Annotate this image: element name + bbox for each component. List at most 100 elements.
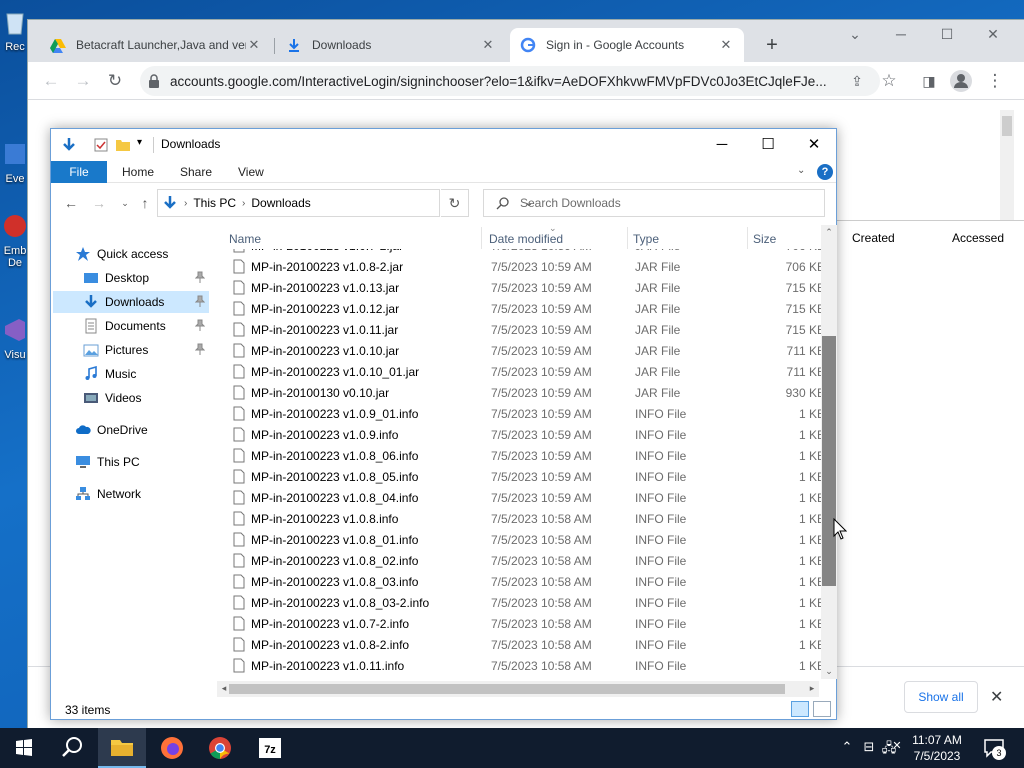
close-icon[interactable]: ✕ — [246, 37, 262, 53]
new-tab-button[interactable]: + — [760, 34, 784, 57]
close-icon[interactable]: ✕ — [718, 37, 734, 53]
desktop-icon-visual-studio[interactable]: Visu — [0, 316, 30, 361]
side-panel-icon[interactable]: ◨ — [916, 68, 942, 94]
table-row[interactable]: MP-in-20100223 v1.0.9_01.info 7/5/2023 10… — [221, 403, 825, 424]
back-button[interactable]: ← — [63, 195, 79, 211]
tab-view[interactable]: View — [224, 161, 278, 183]
table-row[interactable]: MP-in-20100223 v1.0.13.jar 7/5/2023 10:59… — [221, 277, 825, 298]
page-scrollbar[interactable] — [1000, 110, 1014, 230]
new-folder-icon[interactable] — [115, 137, 131, 153]
customize-toolbar-icon[interactable]: ▾ — [137, 137, 153, 153]
scroll-thumb[interactable] — [229, 684, 785, 694]
tab-downloads[interactable]: Downloads ✕ — [276, 28, 506, 62]
table-row[interactable]: MP-in-20100223 v1.0.8_04.info 7/5/2023 10… — [221, 487, 825, 508]
breadcrumb-downloads[interactable]: Downloads — [251, 196, 310, 210]
table-row[interactable]: MP-in-20100223 v1.0.12.jar 7/5/2023 10:59… — [221, 298, 825, 319]
tab-betacraft[interactable]: Betacraft Launcher,Java and vers ✕ — [40, 28, 272, 62]
tab-file[interactable]: File — [51, 161, 107, 183]
desktop-icon-embarcadero[interactable]: Emb De — [0, 212, 30, 269]
nav-documents[interactable]: Documents — [53, 315, 209, 337]
close-window-button[interactable]: ✕ — [791, 133, 837, 157]
table-row[interactable]: MP-in-20100223 v1.0.10.jar 7/5/2023 10:59… — [221, 340, 825, 361]
up-button[interactable]: ↑ — [137, 195, 153, 211]
forward-button[interactable]: → — [91, 195, 107, 211]
table-row[interactable]: MP-in-20100223 v1.0.10_01.jar 7/5/2023 10… — [221, 361, 825, 382]
table-row[interactable]: MP-in-20100223 v1.0.11.info 7/5/2023 10:5… — [221, 655, 825, 676]
column-name[interactable]: Name — [229, 232, 261, 246]
table-row[interactable]: MP-in-20100223 v1.0.8-2.info 7/5/2023 10:… — [221, 634, 825, 655]
table-row[interactable]: MP-in-20100223 v1.0.8_05.info 7/5/2023 10… — [221, 466, 825, 487]
table-row[interactable]: MP-in-20100223 v1.0.8_02.info 7/5/2023 10… — [221, 550, 825, 571]
close-window-button[interactable]: ✕ — [978, 26, 1008, 46]
forward-button[interactable]: → — [70, 68, 96, 94]
notifications-button[interactable]: 3 — [982, 736, 1006, 760]
column-size[interactable]: Size — [753, 232, 776, 246]
scroll-thumb[interactable] — [822, 335, 836, 586]
reload-button[interactable]: ↻ — [102, 68, 128, 94]
nav-this-pc[interactable]: This PC — [75, 451, 231, 473]
show-all-button[interactable]: Show all — [904, 681, 978, 713]
table-row[interactable]: MP-in-20100223 v1.0.8_06.info 7/5/2023 10… — [221, 445, 825, 466]
table-row[interactable]: MP-in-20100223 v1.0.7-2.info 7/5/2023 10:… — [221, 613, 825, 634]
share-icon[interactable]: ⇪ — [844, 68, 870, 94]
clock[interactable]: 11:07 AM 7/5/2023 — [904, 732, 970, 764]
action-center-icon[interactable]: ⊟ — [860, 739, 878, 757]
table-row[interactable]: MP-in-20100130 v0.10.jar 7/5/2023 10:59 A… — [221, 382, 825, 403]
details-view-button[interactable] — [791, 701, 809, 717]
table-row[interactable]: MP-in-20100223 v1.0.8.info 7/5/2023 10:58… — [221, 508, 825, 529]
address-bar[interactable]: accounts.google.com/InteractiveLogin/sig… — [140, 66, 880, 96]
column-divider[interactable] — [627, 227, 628, 249]
bookmark-star-icon[interactable]: ☆ — [876, 68, 902, 94]
recent-locations-icon[interactable]: ⌄ — [117, 195, 133, 211]
tab-sign-in[interactable]: Sign in - Google Accounts ✕ — [510, 28, 744, 62]
table-row[interactable]: MP-in-20100223 v1.0.8-2.jar 7/5/2023 10:5… — [221, 256, 825, 277]
scroll-right-icon[interactable]: ▸ — [805, 683, 819, 694]
column-divider[interactable] — [747, 227, 748, 249]
profile-avatar[interactable] — [948, 68, 974, 94]
table-row[interactable]: MP-in-20100223 v1.0.9.info 7/5/2023 10:59… — [221, 424, 825, 445]
search-button[interactable] — [48, 728, 96, 768]
tab-share[interactable]: Share — [166, 161, 226, 183]
horizontal-scrollbar[interactable]: ◂ ▸ — [217, 681, 819, 697]
search-input[interactable]: Search Downloads — [483, 189, 825, 217]
large-icons-view-button[interactable] — [813, 701, 831, 717]
tab-search-icon[interactable]: ⌄ — [840, 26, 870, 46]
taskbar-7zip[interactable]: 7z — [246, 728, 294, 768]
refresh-button[interactable]: ↻ — [441, 189, 469, 217]
close-icon[interactable]: ✕ — [990, 687, 1003, 707]
maximize-button[interactable]: ☐ — [932, 26, 962, 46]
taskbar-file-explorer[interactable] — [98, 728, 146, 768]
column-type[interactable]: Type — [633, 232, 659, 246]
nav-quick-access[interactable]: Quick access — [75, 243, 231, 265]
minimize-button[interactable]: ─ — [886, 26, 916, 46]
table-row[interactable]: MP-in-20100223 v1.0.8_01.info 7/5/2023 10… — [221, 529, 825, 550]
nav-pictures[interactable]: Pictures — [53, 339, 209, 361]
nav-downloads[interactable]: Downloads — [53, 291, 209, 313]
back-button[interactable]: ← — [38, 68, 64, 94]
address-breadcrumb[interactable]: › This PC › Downloads ⌄ — [157, 189, 534, 217]
table-row[interactable]: MP-in-20100223 v1.0.8_03.info 7/5/2023 10… — [221, 571, 825, 592]
nav-onedrive[interactable]: OneDrive — [75, 419, 231, 441]
table-row[interactable]: MP-in-20100223 v1.0.7-2.jar 7/5/2023 10:5… — [221, 249, 825, 256]
desktop-icon-event[interactable]: Eve — [0, 140, 30, 185]
table-row[interactable]: MP-in-20100223 v1.0.11.jar 7/5/2023 10:59… — [221, 319, 825, 340]
start-button[interactable] — [0, 728, 48, 768]
vertical-scrollbar[interactable]: ⌃ ⌄ — [821, 225, 837, 679]
breadcrumb-this-pc[interactable]: This PC — [193, 196, 236, 210]
column-divider[interactable] — [481, 227, 482, 249]
nav-network[interactable]: Network — [75, 483, 231, 505]
chevron-up-icon[interactable]: ⌃ — [838, 739, 856, 757]
scroll-up-icon[interactable]: ⌃ — [822, 227, 836, 238]
scroll-down-icon[interactable]: ⌄ — [822, 666, 836, 677]
minimize-button[interactable]: ─ — [699, 133, 745, 157]
help-icon[interactable]: ? — [817, 164, 833, 180]
taskbar-chrome[interactable] — [196, 728, 244, 768]
expand-ribbon-icon[interactable]: ⌄ — [797, 165, 805, 176]
close-icon[interactable]: ✕ — [480, 37, 496, 53]
menu-dots-icon[interactable]: ⋮ — [982, 68, 1008, 94]
nav-desktop[interactable]: Desktop — [53, 267, 209, 289]
properties-icon[interactable] — [93, 137, 109, 153]
nav-music[interactable]: Music — [53, 363, 209, 385]
nav-videos[interactable]: Videos — [53, 387, 209, 409]
tab-home[interactable]: Home — [108, 161, 168, 183]
